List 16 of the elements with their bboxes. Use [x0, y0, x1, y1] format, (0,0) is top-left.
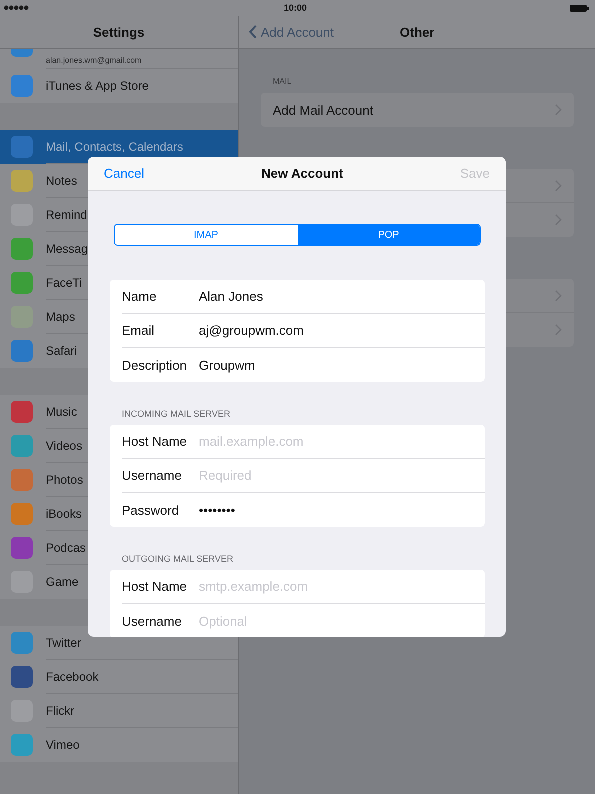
navigation-title: Settings — [93, 24, 145, 40]
section-header: INCOMING MAIL SERVER — [121, 408, 232, 421]
status-time: 10:00 — [284, 3, 308, 13]
account-email: alan.jones.wm@gmail.com — [46, 56, 142, 65]
field-label: Username — [122, 468, 183, 483]
field-label: Host Name — [122, 579, 188, 594]
field-label: Name — [122, 289, 158, 304]
navigation-title: Other — [400, 24, 435, 40]
field-label: Username — [122, 614, 183, 628]
field-label: Host Name — [122, 434, 188, 449]
dialog-title: New Account — [261, 166, 344, 181]
field-label: Password — [122, 502, 180, 518]
section-header: OUTGOING MAIL SERVER — [121, 553, 235, 566]
section-header: MAIL — [272, 76, 293, 88]
field-label: Email — [122, 323, 156, 338]
field-label: Description — [122, 358, 188, 372]
